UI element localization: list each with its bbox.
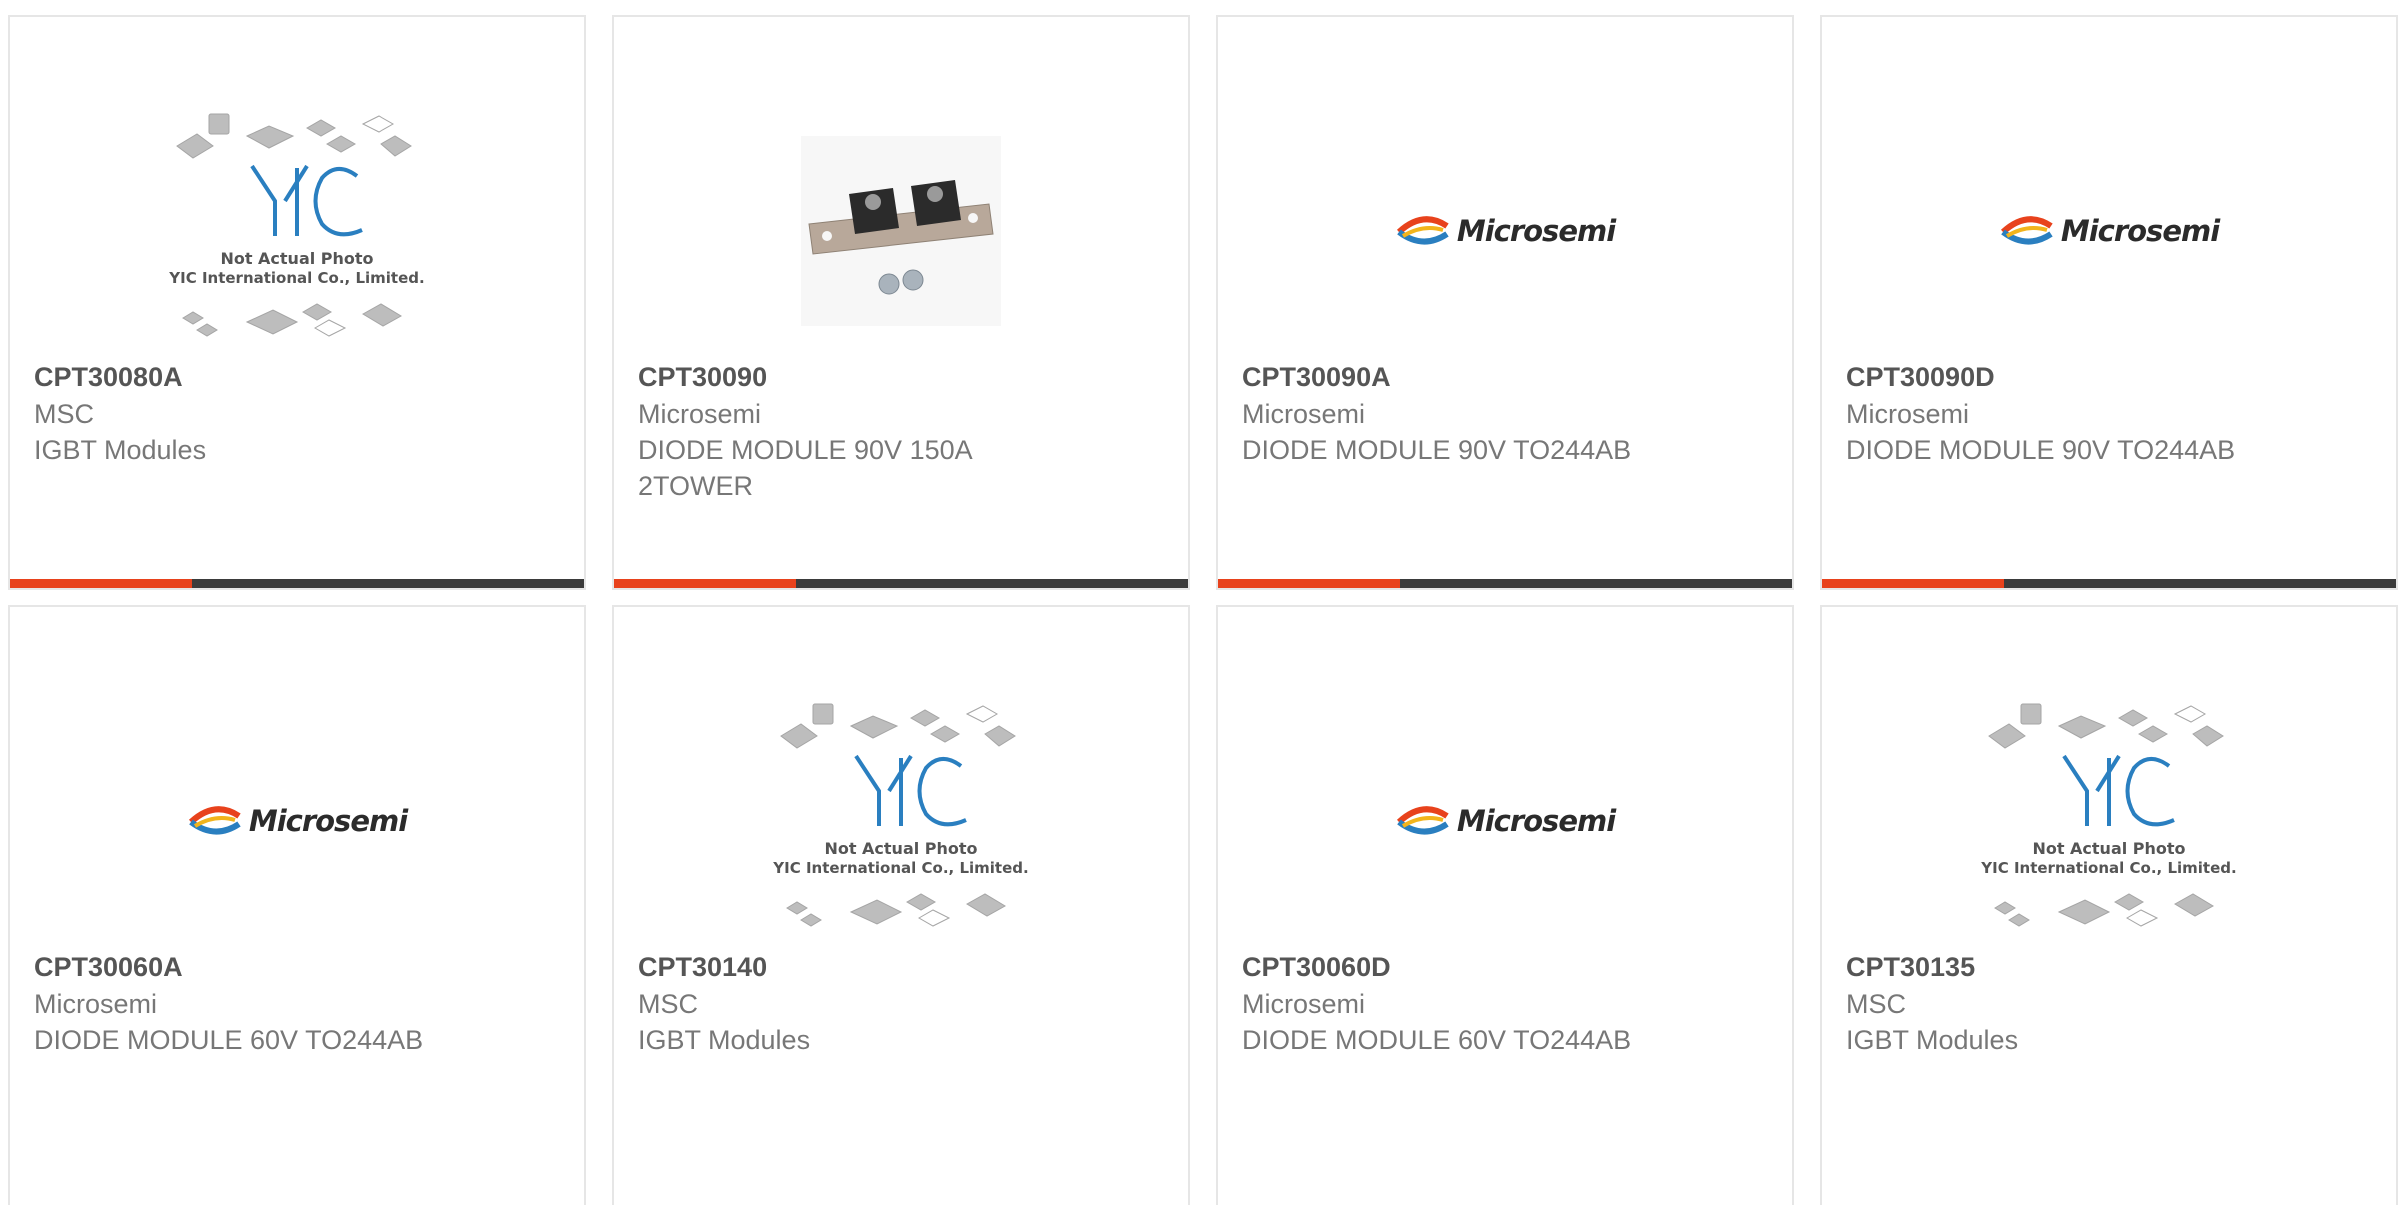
yic-placeholder-image: Not Actual Photo YIC International Co., … <box>168 113 425 337</box>
part-number[interactable]: CPT30080A <box>34 358 560 396</box>
card-accent-bar <box>1822 579 2004 588</box>
product-card[interactable]: Microsemi CPT30060A Microsemi DIODE MODU… <box>8 605 586 1205</box>
description: IGBT Modules <box>34 435 207 465</box>
manufacturer: Microsemi <box>34 989 158 1019</box>
part-number[interactable]: CPT30140 <box>638 948 1164 986</box>
product-card[interactable]: CPT30090 Microsemi DIODE MODULE 90V 150A… <box>612 15 1190 590</box>
microsemi-logo-text: Microsemi <box>1456 214 1616 248</box>
product-image[interactable]: Microsemi <box>1218 682 1792 960</box>
description: DIODE MODULE 60V TO244AB <box>34 1025 424 1055</box>
microsemi-swoosh-icon <box>188 806 241 835</box>
description: DIODE MODULE 90V TO244AB <box>1846 435 2236 465</box>
card-bottom-bar <box>1822 579 2396 588</box>
image-caption-line-1: Not Actual Photo <box>220 249 373 268</box>
microsemi-logo-text: Microsemi <box>2060 214 2220 248</box>
product-image[interactable]: Microsemi <box>1218 92 1792 370</box>
card-accent-bar <box>1218 579 1400 588</box>
yic-placeholder-image: Not Actual Photo YIC International Co., … <box>1980 703 2237 927</box>
manufacturer: MSC <box>34 399 94 429</box>
microsemi-logo: Microsemi <box>1999 214 2220 248</box>
product-grid: Not Actual Photo YIC International Co., … <box>8 15 2398 1205</box>
microsemi-logo: Microsemi <box>1395 804 1616 838</box>
product-image[interactable]: Not Actual Photo YIC International Co., … <box>10 92 584 370</box>
manufacturer: Microsemi <box>1242 989 1366 1019</box>
product-card[interactable]: Microsemi CPT30060D Microsemi DIODE MODU… <box>1216 605 1794 1205</box>
product-card[interactable]: Microsemi CPT30090D Microsemi DIODE MODU… <box>1820 15 2398 590</box>
yic-placeholder-image: Not Actual Photo YIC International Co., … <box>772 703 1029 927</box>
image-caption-line-1: Not Actual Photo <box>2032 839 2185 858</box>
product-image[interactable]: Not Actual Photo YIC International Co., … <box>614 682 1188 960</box>
part-number[interactable]: CPT30135 <box>1846 948 2372 986</box>
product-card[interactable]: Not Actual Photo YIC International Co., … <box>1820 605 2398 1205</box>
description: DIODE MODULE 90V 150A 2TOWER <box>638 435 972 501</box>
card-bottom-bar <box>1218 579 1792 588</box>
part-number[interactable]: CPT30090 <box>638 358 1164 396</box>
part-number[interactable]: CPT30090D <box>1846 358 2372 396</box>
description: IGBT Modules <box>1846 1025 2019 1055</box>
card-bottom-bar <box>10 579 584 588</box>
microsemi-logo-text: Microsemi <box>248 804 408 838</box>
card-accent-bar <box>10 579 192 588</box>
manufacturer: Microsemi <box>1846 399 1970 429</box>
product-image[interactable]: Not Actual Photo YIC International Co., … <box>1822 682 2396 960</box>
part-number[interactable]: CPT30060A <box>34 948 560 986</box>
image-caption-line-2: YIC International Co., Limited. <box>772 859 1028 877</box>
product-image[interactable]: Microsemi <box>10 682 584 960</box>
description: DIODE MODULE 60V TO244AB <box>1242 1025 1632 1055</box>
product-card[interactable]: Microsemi CPT30090A Microsemi DIODE MODU… <box>1216 15 1794 590</box>
manufacturer: MSC <box>1846 989 1906 1019</box>
part-number[interactable]: CPT30060D <box>1242 948 1768 986</box>
product-image[interactable]: Microsemi <box>1822 92 2396 370</box>
card-bottom-bar <box>614 579 1188 588</box>
description: IGBT Modules <box>638 1025 811 1055</box>
card-accent-bar <box>614 579 796 588</box>
manufacturer: MSC <box>638 989 698 1019</box>
image-caption-line-1: Not Actual Photo <box>824 839 977 858</box>
part-number[interactable]: CPT30090A <box>1242 358 1768 396</box>
microsemi-logo: Microsemi <box>1395 214 1616 248</box>
image-caption-line-2: YIC International Co., Limited. <box>168 269 424 287</box>
microsemi-logo: Microsemi <box>187 804 408 838</box>
microsemi-swoosh-icon <box>1396 806 1449 835</box>
microsemi-logo-text: Microsemi <box>1456 804 1616 838</box>
microsemi-swoosh-icon <box>1396 216 1449 245</box>
product-image[interactable] <box>614 92 1188 370</box>
product-card[interactable]: Not Actual Photo YIC International Co., … <box>8 15 586 590</box>
product-card[interactable]: Not Actual Photo YIC International Co., … <box>612 605 1190 1205</box>
manufacturer: Microsemi <box>638 399 762 429</box>
diode-module-photo <box>801 136 1001 326</box>
microsemi-swoosh-icon <box>2000 216 2053 245</box>
image-caption-line-2: YIC International Co., Limited. <box>1980 859 2236 877</box>
description: DIODE MODULE 90V TO244AB <box>1242 435 1632 465</box>
manufacturer: Microsemi <box>1242 399 1366 429</box>
